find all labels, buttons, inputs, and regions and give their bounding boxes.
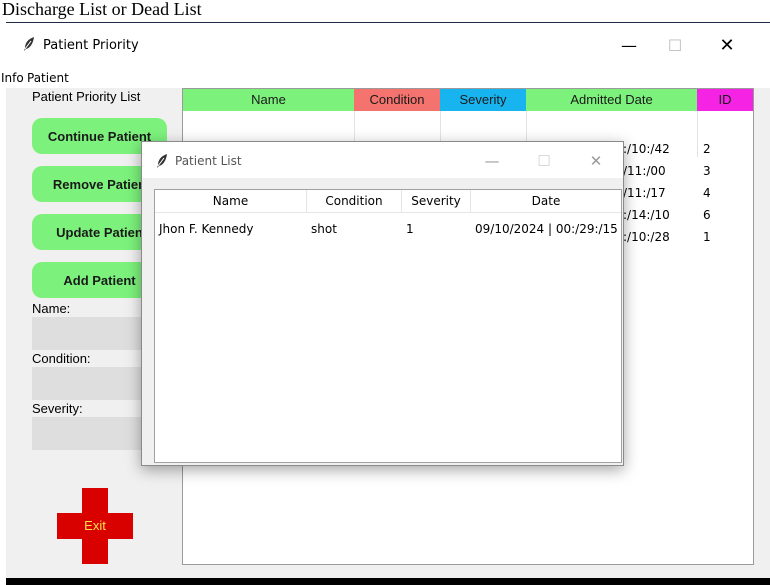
- menu-info[interactable]: Info: [1, 71, 24, 85]
- row-time: :/10:/42: [623, 142, 670, 156]
- table-header: Name Condition Severity Admitted Date ID: [183, 89, 753, 111]
- row-time: :/14:/10: [623, 208, 670, 222]
- exit-button[interactable]: Exit: [57, 488, 133, 564]
- feather-icon: [155, 153, 169, 173]
- dialog-minimize-button[interactable]: —: [471, 148, 513, 174]
- row-id: 4: [703, 186, 711, 200]
- patient-list-dialog: Patient List — ☐ ✕ Name Condition Severi…: [141, 141, 624, 466]
- header-id[interactable]: ID: [697, 89, 753, 111]
- priority-list-label: Patient Priority List: [32, 89, 141, 104]
- header-admitted-date[interactable]: Admitted Date: [526, 89, 697, 111]
- severity-label: Severity:: [32, 401, 83, 416]
- menu-bar: Info Patient: [1, 68, 770, 88]
- dialog-cell-date: 09/10/2024 | 00:/29:/15: [475, 222, 618, 236]
- dialog-header-severity[interactable]: Severity: [402, 194, 470, 208]
- dialog-patient-table[interactable]: Name Condition Severity Date Jhon F. Ken…: [154, 189, 622, 463]
- row-time: /11:/17: [623, 186, 666, 200]
- page-caption: Discharge List or Dead List: [2, 0, 202, 19]
- dialog-header-name[interactable]: Name: [155, 194, 306, 208]
- dialog-header-condition[interactable]: Condition: [307, 194, 401, 208]
- dialog-cell-name: Jhon F. Kennedy: [159, 222, 254, 236]
- feather-icon: [22, 36, 36, 56]
- row-id: 1: [703, 230, 711, 244]
- row-id: 2: [703, 142, 711, 156]
- header-severity[interactable]: Severity: [440, 89, 526, 111]
- condition-label: Condition:: [32, 351, 91, 366]
- dialog-title-bar: Patient List — ☐ ✕: [142, 142, 623, 178]
- menu-patient[interactable]: Patient: [27, 71, 69, 85]
- column-divider: [697, 111, 698, 157]
- window-title: Patient Priority: [43, 38, 139, 53]
- dialog-cell-condition: shot: [311, 222, 337, 236]
- title-bar: Patient Priority — ☐ ✕: [6, 22, 770, 69]
- row-time: :/10:/28: [623, 230, 670, 244]
- maximize-button[interactable]: ☐: [652, 31, 698, 61]
- row-id: 6: [703, 208, 711, 222]
- name-label: Name:: [32, 301, 71, 316]
- dialog-title: Patient List: [175, 154, 242, 168]
- minimize-button[interactable]: —: [606, 31, 652, 61]
- dialog-maximize-button[interactable]: ☐: [523, 148, 565, 174]
- dialog-table-header: Name Condition Severity Date: [155, 190, 621, 213]
- row-id: 3: [703, 164, 711, 178]
- close-button[interactable]: ✕: [704, 31, 750, 61]
- dialog-close-button[interactable]: ✕: [575, 148, 617, 174]
- dialog-cell-severity: 1: [406, 222, 414, 236]
- header-condition[interactable]: Condition: [354, 89, 440, 111]
- exit-label: Exit: [84, 518, 106, 533]
- row-time: /11:/00: [623, 164, 666, 178]
- dialog-header-date[interactable]: Date: [471, 194, 621, 208]
- header-name[interactable]: Name: [183, 89, 354, 111]
